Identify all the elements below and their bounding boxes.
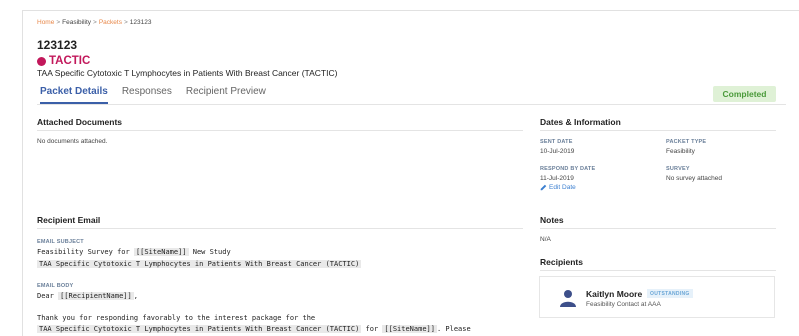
study-name-token: TAA Specific Cytotoxic T Lymphocytes in … <box>37 260 362 268</box>
recipients-title: Recipients <box>540 257 583 267</box>
person-icon <box>560 290 576 307</box>
no-documents-text: No documents attached. <box>37 138 108 145</box>
recipient-role: Feasibility Contact at AAA <box>586 301 661 308</box>
subject-prefix: Feasibility Survey for <box>37 248 130 256</box>
tab-responses[interactable]: Responses <box>122 86 172 104</box>
study-name: TAA Specific Cytotoxic T Lymphocytes in … <box>37 68 338 78</box>
recipientname-token: [[RecipientName]] <box>58 292 134 300</box>
edit-date-label: Edit Date <box>549 184 576 191</box>
divider <box>37 130 523 131</box>
sitename-token: [[SiteName]] <box>382 325 437 333</box>
breadcrumb-packets[interactable]: Packets <box>99 19 122 26</box>
email-subject-label: EMAIL SUBJECT <box>37 239 84 245</box>
study-code-label: TACTIC <box>49 55 91 67</box>
packet-type-value: Feasibility <box>666 148 695 155</box>
breadcrumb-current: 123123 <box>129 19 152 26</box>
tab-packet-details[interactable]: Packet Details <box>40 86 108 104</box>
respond-by-label: RESPOND BY DATE <box>540 166 596 172</box>
divider <box>540 228 776 229</box>
body-dear: Dear <box>37 292 54 300</box>
breadcrumb-separator: > <box>56 19 61 26</box>
email-body-line-3: TAA Specific Cytotoxic T Lymphocytes in … <box>37 325 471 333</box>
packet-type-label: PACKET TYPE <box>666 139 707 145</box>
study-name-token: TAA Specific Cytotoxic T Lymphocytes in … <box>37 325 362 333</box>
email-subject-line-2: TAA Specific Cytotoxic T Lymphocytes in … <box>37 260 362 268</box>
tab-bar: Packet Details Responses Recipient Previ… <box>40 86 280 104</box>
sent-date-label: SENT DATE <box>540 139 573 145</box>
breadcrumb-separator: > <box>93 19 97 26</box>
email-body-label: EMAIL BODY <box>37 283 74 289</box>
breadcrumb-separator: > <box>123 19 128 26</box>
sitename-token: [[SiteName]] <box>133 248 189 256</box>
tab-recipient-preview[interactable]: Recipient Preview <box>186 86 266 104</box>
notes-title: Notes <box>540 215 564 225</box>
email-body-line-2: Thank you for responding favorably to th… <box>37 314 316 322</box>
page-title: 123123 <box>37 38 78 52</box>
sent-date-value: 10-Jul-2019 <box>540 148 575 155</box>
body-comma: , <box>133 292 138 300</box>
survey-value: No survey attached <box>666 175 723 182</box>
divider <box>37 228 523 229</box>
tab-divider <box>37 104 786 105</box>
survey-label: SURVEY <box>666 166 690 172</box>
divider <box>540 130 776 131</box>
divider <box>540 270 776 271</box>
notes-value: N/A <box>540 236 551 243</box>
breadcrumb-home[interactable]: Home <box>37 19 54 26</box>
edit-date-link[interactable]: Edit Date <box>540 184 576 191</box>
attached-documents-title: Attached Documents <box>37 117 123 127</box>
recipient-email-title: Recipient Email <box>37 215 101 225</box>
respond-by-value: 11-Jul-2019 <box>540 175 574 182</box>
body-for: for <box>365 325 379 333</box>
breadcrumb-feasibility[interactable]: Feasibility <box>62 19 91 26</box>
subject-suffix: New Study <box>192 248 231 256</box>
dates-info-title: Dates & Information <box>540 117 621 127</box>
email-body-line-1: Dear [[RecipientName]], <box>37 292 138 300</box>
status-badge: Completed <box>713 86 776 102</box>
breadcrumb: Home > Feasibility > Packets >123123 <box>37 19 151 26</box>
body-suffix: . Please <box>436 325 471 333</box>
pencil-icon <box>540 184 547 191</box>
recipient-card[interactable]: Kaitlyn Moore OUTSTANDING Feasibility Co… <box>539 276 775 318</box>
email-subject-line-1: Feasibility Survey for [[SiteName]] New … <box>37 248 231 256</box>
study-dot-icon <box>37 56 46 66</box>
status-badge: OUTSTANDING <box>647 289 693 298</box>
recipient-name: Kaitlyn Moore <box>586 289 643 299</box>
study-code: TACTIC <box>37 55 90 67</box>
